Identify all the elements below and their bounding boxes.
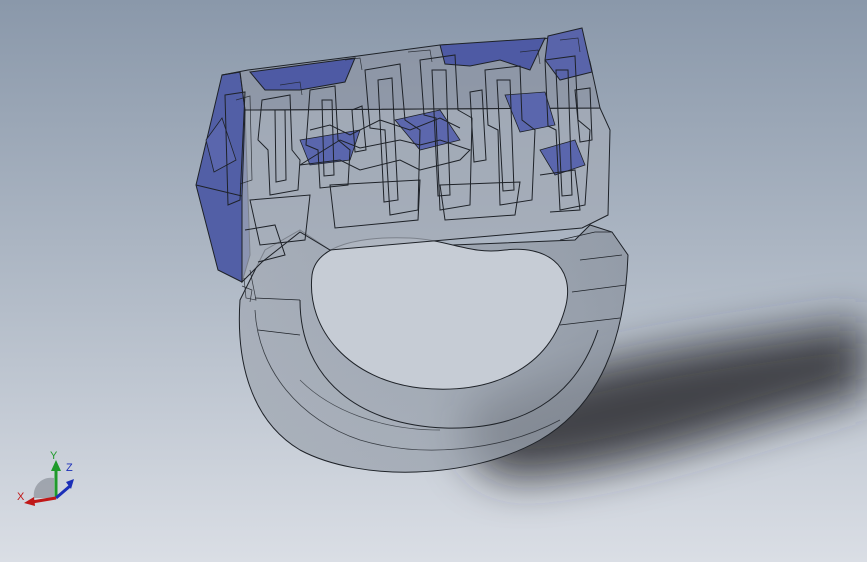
- z-axis-arrow: [55, 484, 71, 500]
- y-axis-label: Y: [50, 450, 58, 462]
- x-axis-label: X: [17, 491, 25, 503]
- model-scene[interactable]: [0, 0, 867, 562]
- z-axis-label: Z: [66, 462, 73, 474]
- graphics-viewport[interactable]: X Y Z: [0, 0, 867, 562]
- coordinate-triad: X Y Z: [12, 446, 82, 510]
- x-axis-arrow: [31, 496, 57, 504]
